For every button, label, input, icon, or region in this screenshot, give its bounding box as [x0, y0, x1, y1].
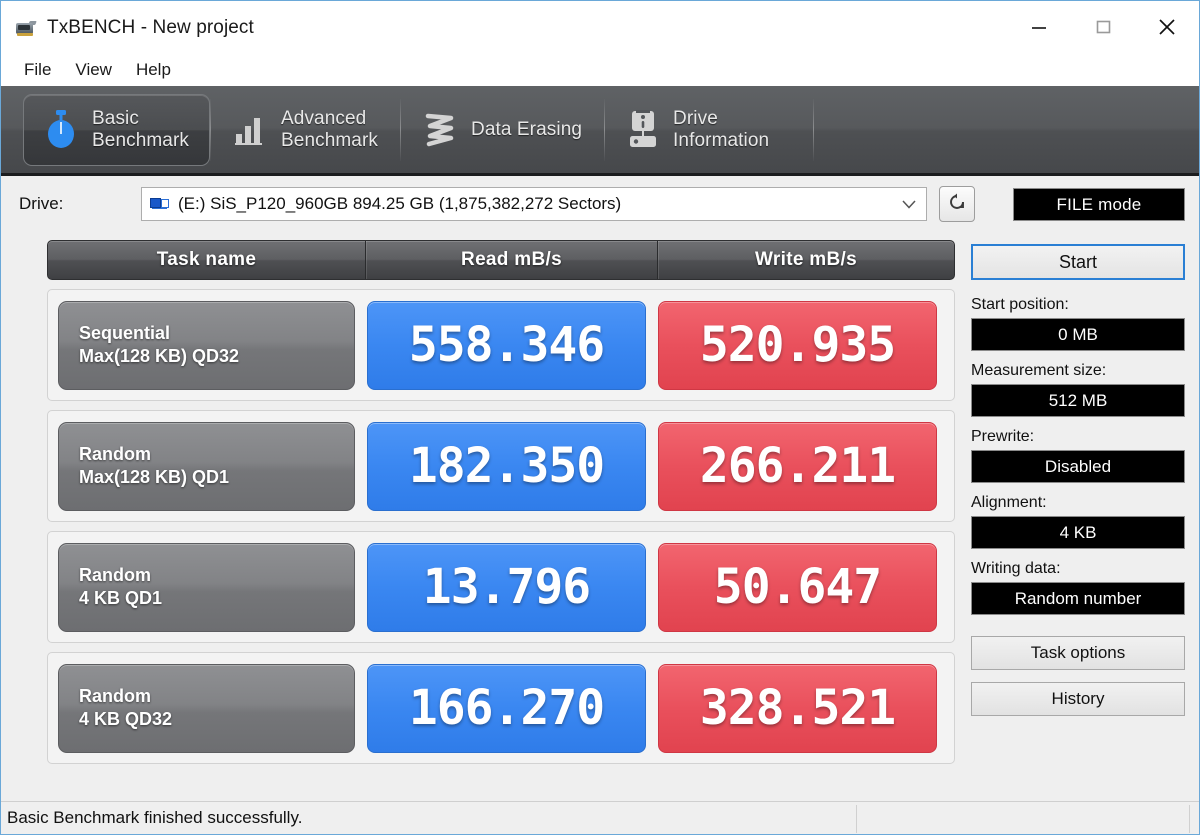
close-button[interactable] — [1135, 1, 1199, 53]
start-position-label: Start position: — [971, 296, 1069, 313]
task-name-line2: Max(128 KB) QD32 — [79, 346, 240, 366]
options-panel: Start Start position: 0 MB Measurement s… — [963, 232, 1199, 801]
menu-bar: File View Help — [1, 54, 1199, 86]
read-value-cell: 558.346 — [367, 300, 646, 390]
prewrite-value[interactable]: Disabled — [971, 450, 1185, 483]
start-position-value[interactable]: 0 MB — [971, 318, 1185, 351]
status-bar: Basic Benchmark finished successfully. — [1, 801, 1199, 834]
read-value-cell: 166.270 — [367, 663, 646, 753]
task-name-line2: Max(128 KB) QD1 — [79, 467, 230, 487]
drive-benchmark-icon — [15, 19, 37, 37]
column-header-read: Read mB/s — [366, 241, 658, 279]
results-table: Task name Read mB/s Write mB/s Sequentia… — [1, 232, 963, 801]
hard-drive-info-icon — [627, 109, 659, 150]
bar-chart-icon — [233, 113, 267, 147]
column-header-write: Write mB/s — [755, 249, 857, 270]
client-area: Drive: (E:) SiS_P120_960GB 894.25 GB (1,… — [1, 176, 1199, 834]
minimize-button[interactable] — [1007, 1, 1071, 53]
app-window: TxBENCH - New project File View Help Bas… — [0, 0, 1200, 835]
status-divider — [856, 805, 857, 833]
tab-divider — [813, 98, 815, 161]
alignment-value[interactable]: 4 KB — [971, 516, 1185, 549]
measurement-size-label: Measurement size: — [971, 362, 1107, 379]
write-value-cell: 266.211 — [658, 421, 937, 511]
task-options-button[interactable]: Task options — [971, 636, 1185, 670]
table-row: Sequential Max(128 KB) QD32 558.346 520.… — [47, 289, 955, 401]
table-row: Random 4 KB QD32 166.270 328.521 — [47, 652, 955, 764]
measurement-size-value[interactable]: 512 MB — [971, 384, 1185, 417]
task-name-line2: 4 KB QD1 — [79, 588, 163, 608]
tab-label-drive-information: Drive Information — [673, 107, 770, 151]
file-mode-button[interactable]: FILE mode — [1013, 188, 1185, 221]
tab-drive-information[interactable]: Drive Information — [605, 94, 791, 166]
main-body: Task name Read mB/s Write mB/s Sequentia… — [1, 232, 1199, 801]
window-title: TxBENCH - New project — [47, 16, 254, 38]
shredder-icon — [423, 112, 457, 148]
status-divider — [1189, 805, 1190, 833]
task-name-line1: Random — [79, 444, 151, 464]
prewrite-label: Prewrite: — [971, 428, 1035, 445]
task-name-cell[interactable]: Random 4 KB QD32 — [58, 663, 355, 753]
refresh-button[interactable] — [939, 186, 975, 222]
menu-item-help[interactable]: Help — [125, 57, 182, 83]
menu-item-file[interactable]: File — [13, 57, 62, 83]
maximize-button[interactable] — [1071, 1, 1135, 53]
write-value-cell: 328.521 — [658, 663, 937, 753]
tab-basic-benchmark[interactable]: Basic Benchmark — [23, 93, 210, 166]
table-header-row: Task name Read mB/s Write mB/s — [47, 240, 955, 280]
task-name-line1: Random — [79, 565, 151, 585]
drive-label: Drive: — [19, 194, 64, 213]
task-name-cell[interactable]: Random 4 KB QD1 — [58, 542, 355, 632]
task-name-cell[interactable]: Sequential Max(128 KB) QD32 — [58, 300, 355, 390]
refresh-icon — [946, 191, 968, 218]
tab-label-advanced-benchmark: Advanced Benchmark — [281, 107, 378, 151]
title-bar: TxBENCH - New project — [1, 1, 1199, 54]
chevron-down-icon[interactable] — [902, 197, 916, 211]
column-header-task-name: Task name — [48, 241, 366, 279]
alignment-label: Alignment: — [971, 494, 1047, 511]
tab-advanced-benchmark[interactable]: Advanced Benchmark — [211, 94, 400, 166]
tab-label-basic-benchmark: Basic Benchmark — [92, 107, 189, 151]
menu-item-view[interactable]: View — [64, 57, 123, 83]
writing-data-label: Writing data: — [971, 560, 1061, 577]
drive-network-icon — [150, 197, 170, 212]
writing-data-value[interactable]: Random number — [971, 582, 1185, 615]
stopwatch-icon — [44, 109, 78, 150]
tab-label-data-erasing: Data Erasing — [471, 118, 583, 140]
write-value-cell: 50.647 — [658, 542, 937, 632]
status-message: Basic Benchmark finished successfully. — [7, 808, 303, 827]
task-name-cell[interactable]: Random Max(128 KB) QD1 — [58, 421, 355, 511]
tab-data-erasing[interactable]: Data Erasing — [401, 94, 604, 166]
table-row: Random 4 KB QD1 13.796 50.647 — [47, 531, 955, 643]
tab-strip: Basic Benchmark Advanced Benchmark Data … — [1, 86, 1199, 176]
drive-select[interactable]: (E:) SiS_P120_960GB 894.25 GB (1,875,382… — [141, 187, 927, 221]
history-button[interactable]: History — [971, 682, 1185, 716]
task-name-line2: 4 KB QD32 — [79, 709, 173, 729]
read-value-cell: 13.796 — [367, 542, 646, 632]
read-value-cell: 182.350 — [367, 421, 646, 511]
window-controls — [1007, 1, 1199, 53]
drive-selection-row: Drive: (E:) SiS_P120_960GB 894.25 GB (1,… — [1, 176, 1199, 232]
task-name-line1: Sequential — [79, 323, 171, 343]
start-button[interactable]: Start — [971, 244, 1185, 280]
task-name-line1: Random — [79, 686, 151, 706]
table-row: Random Max(128 KB) QD1 182.350 266.211 — [47, 410, 955, 522]
drive-selected-value: (E:) SiS_P120_960GB 894.25 GB (1,875,382… — [178, 194, 622, 213]
write-value-cell: 520.935 — [658, 300, 937, 390]
